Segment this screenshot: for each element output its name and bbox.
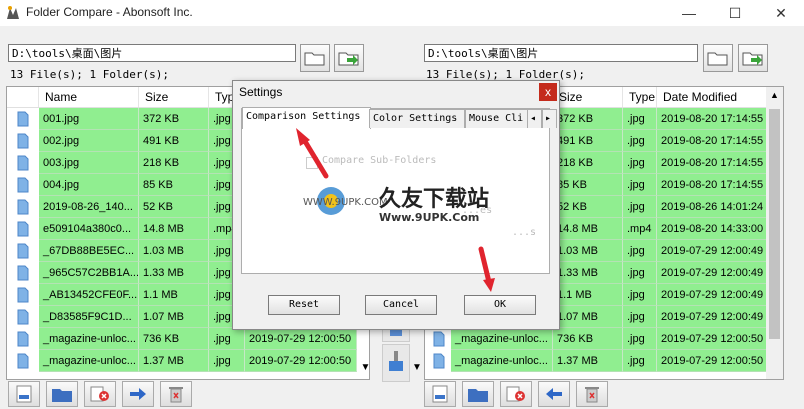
arrow-to-comparison-tab-icon — [300, 135, 329, 179]
annotation-arrows — [296, 128, 495, 292]
arrow-to-ok-icon — [478, 246, 492, 285]
arrow-head-icon — [483, 278, 495, 292]
